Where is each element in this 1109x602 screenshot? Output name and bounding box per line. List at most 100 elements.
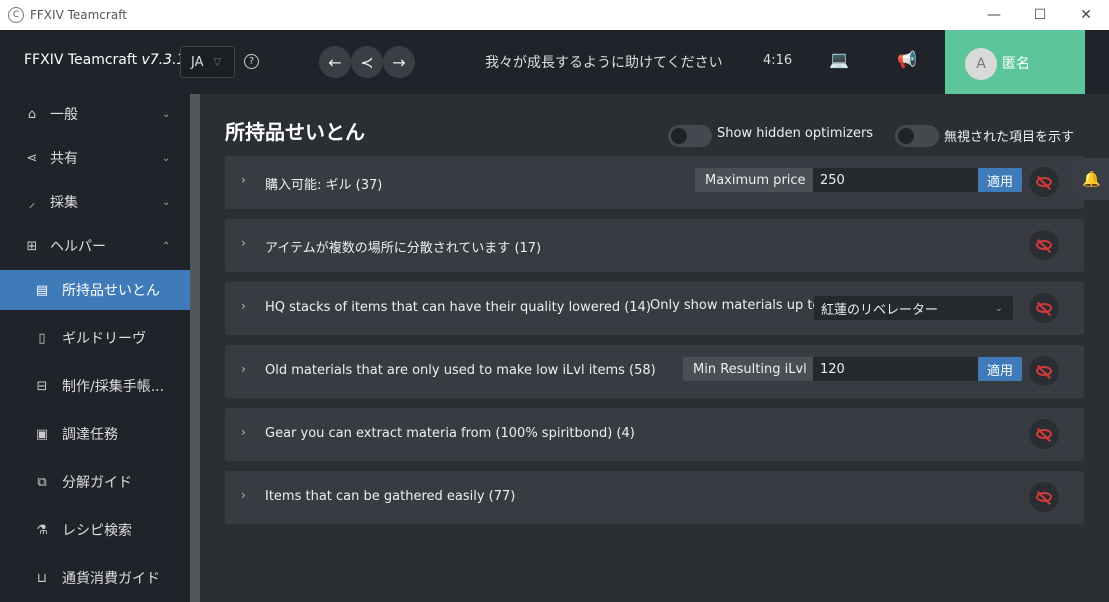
bell-icon: 🔔 [1082,170,1101,188]
laptop-icon[interactable]: 💻 [829,50,849,69]
sidebar-item-sharing[interactable]: ⋖ 共有 ⌄ [0,138,190,178]
optimizer-panel-gatherable[interactable]: › Items that can be gathered easily (77) [225,471,1084,524]
optimizer-panel-extract-materia[interactable]: › Gear you can extract materia from (100… [225,408,1084,461]
panel-title[interactable]: Items that can be gathered easily (77) [265,489,515,504]
sidebar-item-label: ギルドリーヴ [62,331,146,347]
share-button[interactable]: ≺ [351,46,383,78]
window-title-bar: C FFXIV Teamcraft — ☐ ✕ [0,0,1109,30]
sidebar-item-label: 一般 [50,107,78,123]
clock: 4:16 [763,53,793,68]
show-ignored-items-label: 無視された項目を示す [944,130,1075,145]
show-ignored-items-toggle[interactable] [895,125,939,147]
arrow-left-icon: ← [328,52,342,72]
sidebar-item-label: 分解ガイド [62,475,132,491]
sidebar-item-recipe-finder[interactable]: ⚗ レシピ検索 [0,510,190,550]
expansion-select[interactable]: 紅蓮のリベレーター ⌄ [814,296,1013,320]
announcement-icon[interactable]: 📢 [897,50,917,69]
eye-slash-icon [1036,303,1052,313]
hide-optimizer-button[interactable] [1029,293,1059,323]
language-value: JA [191,54,204,70]
bag-icon: ⊔ [36,570,48,586]
forward-button[interactable]: → [383,46,415,78]
chevron-right-icon[interactable]: › [241,299,246,313]
sidebar-item-general[interactable]: ⌂ 一般 ⌄ [0,94,190,134]
chevron-down-icon: ▽ [213,56,222,68]
sidebar-item-label: レシピ検索 [62,523,132,539]
eye-slash-icon [1036,492,1052,502]
brand[interactable]: FFXIV Teamcraft v7.3.12 [24,52,194,68]
optimizer-panel-hq-stacks[interactable]: › HQ stacks of items that can have their… [225,282,1084,335]
app-logo-icon: C [8,7,24,23]
sidebar-item-desynth-guide[interactable]: ⧉ 分解ガイド [0,462,190,502]
sidebar-item-label: 制作/採集手帳... [62,379,165,395]
optimizer-panel-gil-purchasable[interactable]: › 購入可能: ギル (37) Maximum price 250 適用 [225,156,1084,209]
sidebar-item-logs[interactable]: ⊟ 制作/採集手帳... [0,366,190,406]
support-link[interactable]: 我々が成長するように助けてください [485,52,723,72]
sidebar: ⌂ 一般 ⌄ ⋖ 共有 ⌄ ⸝ 採集 ⌄ ⊞ ヘルパー ⌃ ▤ 所持品せいとん … [0,94,190,602]
clipboard-icon: ▣ [35,426,49,442]
sidebar-item-currency-spending[interactable]: ⊔ 通貨消費ガイド [0,558,190,598]
chevron-right-icon[interactable]: › [241,236,246,250]
notifications-tab[interactable]: 🔔 [1074,158,1109,200]
pickaxe-icon: ⸝ [28,196,36,211]
chevron-down-icon: ⌄ [994,302,1003,314]
min-resulting-ilvl-label: Min Resulting iLvl [683,357,817,381]
panel-title[interactable]: Gear you can extract materia from (100% … [265,426,635,441]
maximum-price-input[interactable]: 250 [813,168,978,192]
window-title: FFXIV Teamcraft [30,8,127,22]
show-hidden-optimizers-toggle[interactable] [668,125,712,147]
chevron-down-icon: ⌄ [162,108,171,120]
panel-title[interactable]: Old materials that are only used to make… [265,363,656,378]
hide-optimizer-button[interactable] [1029,356,1059,386]
sidebar-item-label: 採集 [50,195,78,211]
show-hidden-optimizers-label: Show hidden optimizers [717,126,874,141]
eye-slash-icon [1036,429,1052,439]
chevron-down-icon: ⌄ [162,152,171,164]
sidebar-item-levequests[interactable]: ▯ ギルドリーヴ [0,318,190,358]
hide-optimizer-button[interactable] [1029,419,1059,449]
brand-name: FFXIV Teamcraft [24,52,138,68]
copy-icon: ⧉ [37,474,47,490]
sidebar-item-helpers[interactable]: ⊞ ヘルパー ⌃ [0,226,190,266]
materials-up-to-label: Only show materials up to: [650,298,825,313]
chevron-down-icon: ⌄ [162,196,171,208]
sidebar-item-deliveries[interactable]: ▣ 調達任務 [0,414,190,454]
maximize-button[interactable]: ☐ [1017,0,1063,30]
apply-button[interactable]: 適用 [978,357,1022,381]
back-button[interactable]: ← [319,46,351,78]
sidebar-item-gathering[interactable]: ⸝ 採集 ⌄ [0,182,190,222]
help-icon[interactable]: ? [244,54,259,69]
chevron-right-icon[interactable]: › [241,362,246,376]
sidebar-item-label: ヘルパー [50,239,106,255]
close-window-button[interactable]: ✕ [1063,0,1109,30]
chevron-right-icon[interactable]: › [241,425,246,439]
panel-title[interactable]: アイテムが複数の場所に分散されています (17) [265,237,541,256]
grid-icon: ⊞ [26,238,38,254]
avatar: A [965,48,997,80]
apply-button[interactable]: 適用 [978,168,1022,192]
share-icon: ≺ [360,52,374,72]
hide-optimizer-button[interactable] [1029,230,1059,260]
optimizer-panel-old-materials[interactable]: › Old materials that are only used to ma… [225,345,1084,398]
hide-optimizer-button[interactable] [1029,167,1059,197]
hide-optimizer-button[interactable] [1029,482,1059,512]
page-title: 所持品せいとん [225,120,365,144]
minimize-button[interactable]: — [971,0,1017,30]
eye-slash-icon [1036,366,1052,376]
sidebar-item-inventory-optimizer[interactable]: ▤ 所持品せいとん [0,270,190,310]
language-select[interactable]: JA ▽ [180,46,235,78]
optimizer-panel-split-items[interactable]: › アイテムが複数の場所に分散されています (17) [225,219,1084,272]
eye-slash-icon [1036,240,1052,250]
panel-title[interactable]: HQ stacks of items that can have their q… [265,300,651,315]
chevron-right-icon[interactable]: › [241,488,246,502]
user-menu[interactable]: A 匿名 [945,30,1085,94]
sidebar-scrollbar[interactable] [190,94,200,602]
home-icon: ⌂ [27,106,37,122]
chevron-right-icon[interactable]: › [241,173,246,187]
min-resulting-ilvl-input[interactable]: 120 [813,357,978,381]
flask-icon: ⚗ [36,522,48,538]
username: 匿名 [1002,56,1030,72]
panel-title[interactable]: 購入可能: ギル (37) [265,174,382,193]
expansion-select-value: 紅蓮のリベレーター [821,302,939,318]
open-book-icon: ⊟ [36,378,48,394]
